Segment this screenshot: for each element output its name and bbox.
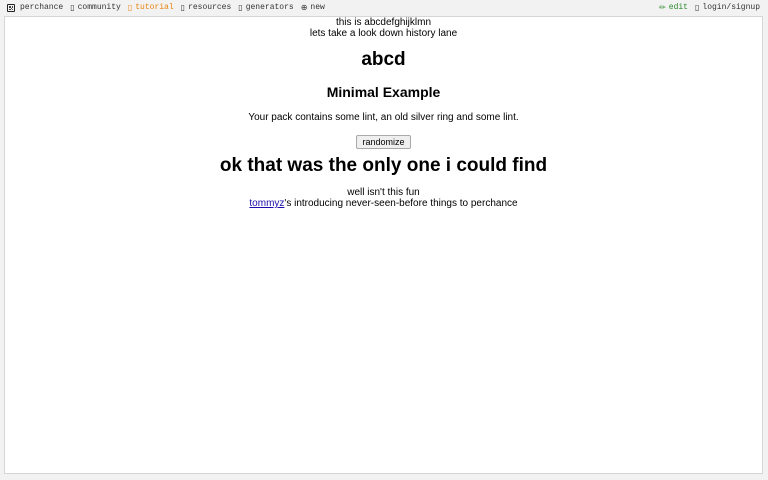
heading-only-one: ok that was the only one i could find — [219, 155, 548, 176]
login-signup-label: login/signup — [702, 3, 760, 12]
user-link-tommyz[interactable]: tommyz — [249, 198, 284, 209]
nav-right-group: ✏ edit ▯ login/signup — [659, 2, 760, 14]
nav-item-resources[interactable]: ▯ resources — [181, 2, 232, 14]
generator-output-panel: this is abcdefghijklmn lets take a look … — [4, 16, 763, 474]
fun-text: well isn't this fun — [347, 187, 420, 198]
nav-item-label: new — [310, 3, 325, 12]
nav-item-community[interactable]: ▯ community — [70, 2, 121, 14]
nav-item-tutorial[interactable]: ▯ tutorial — [128, 2, 174, 14]
new-icon: ⊕ — [300, 3, 308, 12]
text-line-1: this is abcdefghijklmn — [335, 17, 432, 28]
nav-item-label: generators — [245, 3, 294, 12]
nav-item-label: resources — [188, 3, 232, 12]
tutorial-icon: ▯ — [127, 3, 133, 12]
edit-button[interactable]: ✏ edit — [659, 2, 688, 14]
edit-label: edit — [668, 3, 688, 12]
text-line-2: lets take a look down history lane — [309, 28, 458, 39]
login-signup-button[interactable]: ▯ login/signup — [695, 2, 760, 14]
pencil-icon: ✏ — [659, 3, 666, 12]
top-nav-bar: perchance ▯ community ▯ tutorial ▯ resou… — [0, 0, 768, 16]
intro-text: 's introducing never-seen-before things … — [284, 198, 518, 209]
user-icon: ▯ — [694, 3, 700, 12]
generators-icon: ▯ — [238, 3, 243, 12]
nav-item-label: community — [77, 3, 121, 12]
pack-contents-text: Your pack contains some lint, an old sil… — [248, 112, 519, 123]
nav-left-group: perchance ▯ community ▯ tutorial ▯ resou… — [7, 2, 332, 14]
dice-icon — [7, 4, 15, 12]
randomize-button[interactable]: randomize — [356, 135, 411, 149]
nav-brand-label: perchance — [20, 3, 64, 12]
heading-minimal-example: Minimal Example — [326, 84, 441, 100]
nav-item-label: tutorial — [135, 3, 174, 12]
randomize-row: randomize — [5, 132, 762, 149]
community-icon: ▯ — [70, 3, 75, 12]
nav-brand-perchance[interactable]: perchance — [7, 2, 63, 14]
intro-line: tommyz's introducing never-seen-before t… — [5, 198, 762, 209]
nav-item-new[interactable]: ⊕ new — [301, 2, 325, 14]
resources-icon: ▯ — [180, 3, 186, 12]
nav-item-generators[interactable]: ▯ generators — [238, 2, 293, 14]
heading-abcd: abcd — [361, 49, 406, 70]
